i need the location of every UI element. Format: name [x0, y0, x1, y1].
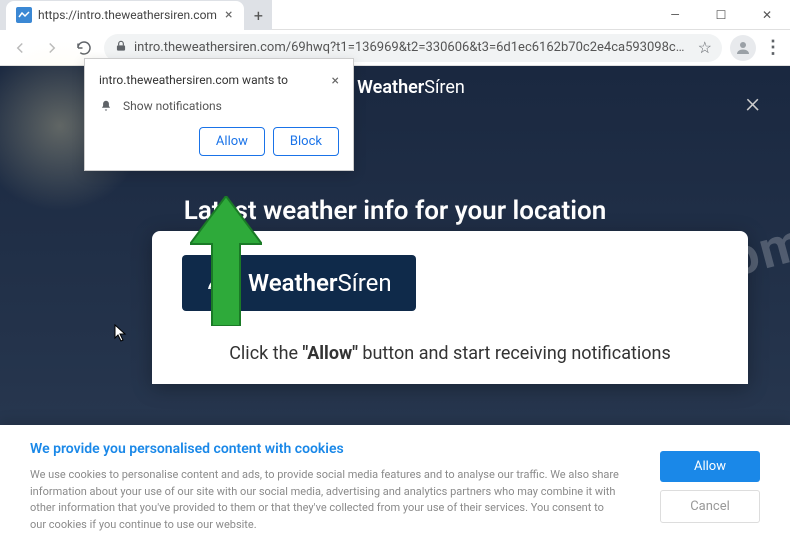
cookie-banner: We provide you personalised content with…	[0, 425, 790, 551]
close-window-button[interactable]: ✕	[744, 0, 790, 30]
browser-menu-button[interactable]: ⋮	[764, 37, 782, 58]
permission-allow-button[interactable]: Allow	[199, 127, 265, 156]
bell-icon	[99, 99, 113, 113]
logo-block-text: WeatherSíren	[248, 269, 392, 297]
cookie-allow-button[interactable]: Allow	[660, 451, 760, 482]
tab-title: https://intro.theweathersiren.com	[38, 8, 217, 22]
window-controls: — ☐ ✕	[652, 0, 790, 30]
instruction-text: Click the "Allow" button and start recei…	[182, 343, 718, 364]
bookmark-star-icon[interactable]: ☆	[698, 38, 712, 57]
notification-permission-popup: intro.theweathersiren.com wants to × Sho…	[84, 58, 354, 171]
green-arrow-icon	[190, 196, 262, 330]
site-brand-text: WeatherSíren	[357, 77, 465, 98]
cursor-icon	[114, 324, 128, 346]
minimize-button[interactable]: —	[652, 0, 698, 30]
tab-favicon	[16, 7, 32, 23]
profile-avatar-button[interactable]	[730, 35, 756, 61]
cookie-title: We provide you personalised content with…	[30, 441, 620, 457]
tab-close-icon[interactable]: ×	[223, 7, 234, 23]
url-text: intro.theweathersiren.com/69hwq?t1=13696…	[134, 40, 692, 55]
permission-row-label: Show notifications	[123, 99, 222, 113]
permission-block-button[interactable]: Block	[273, 127, 339, 156]
permission-row: Show notifications	[99, 99, 339, 113]
permission-title: intro.theweathersiren.com wants to	[99, 73, 288, 87]
cookie-cancel-button[interactable]: Cancel	[660, 490, 760, 523]
new-tab-button[interactable]: +	[244, 2, 272, 30]
maximize-button[interactable]: ☐	[698, 0, 744, 30]
cookie-body: We use cookies to personalise content an…	[30, 467, 620, 533]
permission-close-icon[interactable]: ×	[332, 73, 339, 89]
overlay-close-icon[interactable]: ×	[745, 86, 760, 119]
